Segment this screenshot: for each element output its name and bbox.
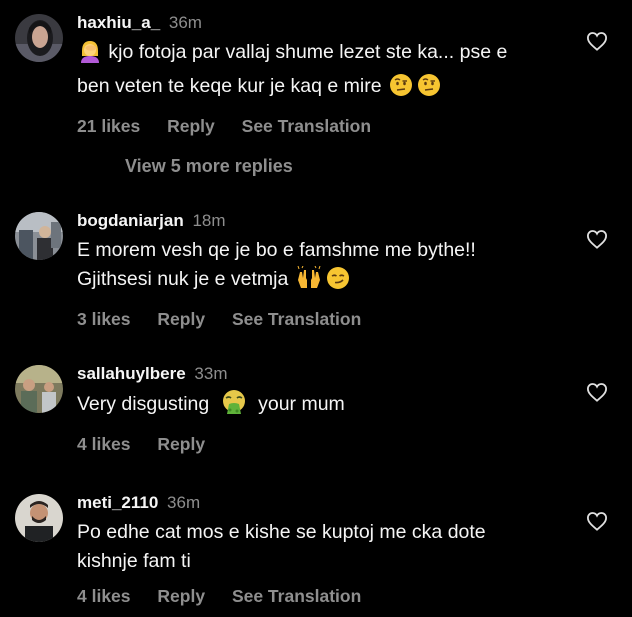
timestamp: 36m [167, 493, 201, 512]
comment-text: Very disgusting your mum [77, 389, 572, 424]
face-with-raised-eyebrow-emoji [417, 73, 441, 106]
avatar[interactable] [15, 212, 63, 260]
smirking-face-emoji [326, 266, 350, 299]
view-more-replies-button[interactable]: View 5 more replies [125, 156, 293, 177]
comment-actions: 4 likes Reply See Translation [77, 586, 572, 607]
likes-count[interactable]: 4 likes [77, 434, 131, 454]
heart-icon[interactable] [586, 382, 608, 402]
username[interactable]: bogdaniarjan [77, 211, 184, 230]
comment-actions: 4 likes Reply [77, 434, 572, 455]
heart-icon[interactable] [586, 31, 608, 51]
comment-text-line2: Gjithsesi nuk je e vetmja [77, 268, 289, 290]
comment-text-line2: ben veten te keqe kur je kaq e mire [77, 75, 382, 97]
comment-text-line2: your mum [258, 393, 345, 415]
comment-text: kjo fotoja par vallaj shume lezet ste ka… [77, 38, 572, 106]
comment-text-line1: E morem vesh qe je bo e famshme me bythe… [77, 239, 476, 261]
raising-hands-emoji [296, 265, 322, 299]
face-with-raised-eyebrow-emoji [389, 73, 413, 106]
likes-count[interactable]: 4 likes [77, 586, 131, 606]
comment-text: Po edhe cat mos e kishe se kuptoj me cka… [77, 518, 572, 576]
reply-button[interactable]: Reply [157, 586, 205, 606]
reply-button[interactable]: Reply [157, 309, 205, 329]
comment-text-line2: kishnje fam ti [77, 550, 191, 572]
comment-text-line1: Po edhe cat mos e kishe se kuptoj me cka… [77, 521, 486, 543]
timestamp: 36m [168, 13, 202, 32]
username[interactable]: sallahuylbere [77, 364, 186, 383]
username[interactable]: haxhiu_a_ [77, 13, 160, 32]
avatar[interactable] [15, 365, 63, 413]
avatar[interactable] [15, 494, 63, 542]
likes-count[interactable]: 21 likes [77, 116, 140, 136]
woman-facepalming-emoji [79, 39, 101, 72]
timestamp: 33m [194, 364, 228, 383]
reply-button[interactable]: Reply [157, 434, 205, 454]
comment-text: E morem vesh qe je bo e famshme me bythe… [77, 236, 572, 299]
timestamp: 18m [192, 211, 226, 230]
avatar[interactable] [15, 14, 63, 62]
heart-icon[interactable] [586, 511, 608, 531]
see-translation-button[interactable]: See Translation [232, 309, 361, 329]
heart-icon[interactable] [586, 229, 608, 249]
username[interactable]: meti_2110 [77, 493, 158, 512]
see-translation-button[interactable]: See Translation [232, 586, 361, 606]
comment-text-line1: kjo fotoja par vallaj shume lezet ste ka… [108, 41, 508, 63]
comments-screen: haxhiu_a_ 36m kjo fotoja par vallaj shum… [0, 0, 632, 617]
likes-count[interactable]: 3 likes [77, 309, 131, 329]
comment-text-line1: Very disgusting [77, 393, 210, 415]
comment-actions: 3 likes Reply See Translation [77, 309, 572, 330]
vomiting-face-emoji [221, 389, 247, 424]
reply-button[interactable]: Reply [167, 116, 215, 136]
see-translation-button[interactable]: See Translation [242, 116, 371, 136]
comment-actions: 21 likes Reply See Translation [77, 116, 572, 137]
